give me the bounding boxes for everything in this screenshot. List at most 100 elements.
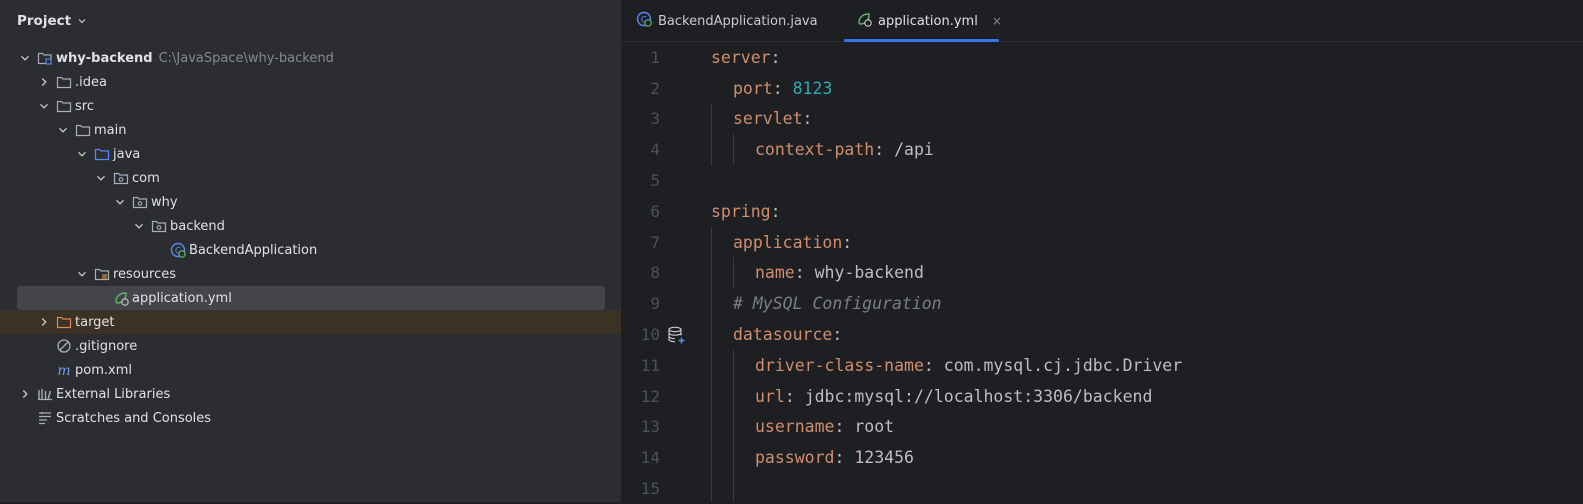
tree-item[interactable]: resources <box>0 262 621 286</box>
excluded-folder-icon <box>56 314 72 330</box>
tree-item-label: main <box>94 123 126 138</box>
editor-area: C BackendApplication.java application.ym… <box>622 0 1583 502</box>
code-line: 14 password: 123456 <box>622 442 1583 473</box>
yaml-separator: : <box>842 232 853 252</box>
yaml-key: application <box>733 232 843 252</box>
folder-icon <box>56 74 72 90</box>
yaml-separator: : <box>770 201 781 221</box>
tree-item[interactable]: target <box>0 310 621 334</box>
yaml-value: 123456 <box>854 448 914 468</box>
code-text: port: 8123 <box>733 79 832 98</box>
tree-item-text: main <box>94 122 127 138</box>
chevron-down-icon[interactable] <box>77 16 87 26</box>
tree-item[interactable]: application.yml <box>17 286 605 310</box>
line-number: 10 <box>640 325 660 345</box>
yaml-key: url <box>755 386 785 406</box>
tree-item[interactable]: m pom.xml <box>0 358 621 382</box>
svg-text:m: m <box>57 363 70 378</box>
tab-backend-application-java[interactable]: C BackendApplication.java <box>636 0 818 42</box>
chevron-down-icon[interactable] <box>76 148 88 160</box>
tree-item[interactable]: why <box>0 190 621 214</box>
code-text: username: root <box>755 417 894 436</box>
spring-yml-icon <box>856 11 872 31</box>
yaml-value: jdbc:mysql://localhost:3306/backend <box>804 386 1153 406</box>
code-editor[interactable]: 1 server: 2 port: 8123 3 servlet: 4 context-pat… <box>622 42 1583 502</box>
tree-item[interactable]: backend <box>0 214 621 238</box>
yaml-key: context-path <box>755 140 875 160</box>
code-line: 5 <box>622 165 1583 196</box>
code-text: name: why-backend <box>755 263 924 282</box>
chevron-down-icon[interactable] <box>95 172 107 184</box>
yaml-key: spring <box>711 201 771 221</box>
tree-item[interactable]: .gitignore <box>0 334 621 358</box>
code-line: 12 url: jdbc:mysql://localhost:3306/backe… <box>622 381 1583 412</box>
tree-item[interactable]: C BackendApplication <box>0 238 621 262</box>
tree-item[interactable]: External Libraries <box>0 382 621 406</box>
yaml-separator: : <box>772 78 793 98</box>
line-number: 14 <box>640 448 660 468</box>
code-line: 7 application: <box>622 227 1583 258</box>
yaml-separator: : <box>923 355 944 375</box>
code-text: application: <box>733 233 852 252</box>
tree-item-label: target <box>75 315 115 330</box>
libraries-icon <box>37 386 53 402</box>
yaml-separator: : <box>874 140 895 160</box>
tab-application-yml[interactable]: application.yml × <box>844 0 1002 42</box>
line-number: 9 <box>650 294 660 314</box>
chevron-right-icon[interactable] <box>19 388 31 400</box>
yaml-key: servlet <box>733 109 803 129</box>
tree-item-label: External Libraries <box>56 387 170 402</box>
line-number: 7 <box>650 232 660 252</box>
tree-item-text: application.yml <box>132 290 232 306</box>
tree-item-text: .idea <box>75 74 107 90</box>
tree-item[interactable]: src <box>0 94 621 118</box>
tree-item[interactable]: main <box>0 118 621 142</box>
chevron-down-icon[interactable] <box>114 196 126 208</box>
project-panel-header[interactable]: Project <box>0 0 621 42</box>
ide-window: Project why-backend C:\JavaSpace\why-back… <box>0 0 1583 502</box>
tree-item[interactable]: .idea <box>0 70 621 94</box>
chevron-right-icon[interactable] <box>38 76 50 88</box>
code-text: spring: <box>711 202 781 221</box>
tree-item-label: BackendApplication <box>189 243 317 258</box>
code-line: 3 servlet: <box>622 104 1583 135</box>
yaml-value: com.mysql.cj.jdbc.Driver <box>943 355 1183 375</box>
module-folder-icon <box>37 50 53 66</box>
chevron-down-icon[interactable] <box>57 124 69 136</box>
yaml-value: root <box>854 417 895 437</box>
code-text: server: <box>711 48 781 67</box>
spring-boot-class-icon: C <box>170 242 186 258</box>
tree-item-label: java <box>113 147 140 162</box>
chevron-down-icon[interactable] <box>38 100 50 112</box>
tree-item[interactable]: com <box>0 166 621 190</box>
tree-item-text: src <box>75 98 94 114</box>
close-tab-icon[interactable]: × <box>992 14 1002 28</box>
yaml-separator: : <box>784 386 805 406</box>
tab-label: application.yml <box>878 13 978 29</box>
yaml-key: server <box>711 47 771 67</box>
tree-item[interactable]: java <box>0 142 621 166</box>
chevron-right-icon[interactable] <box>38 316 50 328</box>
chevron-down-icon[interactable] <box>133 220 145 232</box>
tree-item-label: .idea <box>75 75 107 90</box>
editor-tab-bar: C BackendApplication.java application.ym… <box>622 0 1583 42</box>
yaml-separator: : <box>834 448 855 468</box>
database-add-icon[interactable] <box>666 325 686 345</box>
tree-item-label: resources <box>113 267 176 282</box>
spring-boot-class-icon: C <box>636 11 652 31</box>
tree-item-label: Scratches and Consoles <box>56 411 211 426</box>
folder-icon <box>56 98 72 114</box>
chevron-down-icon[interactable] <box>76 268 88 280</box>
maven-icon: m <box>56 362 72 378</box>
tree-item-text: BackendApplication <box>189 242 318 258</box>
yaml-key: datasource <box>733 325 833 345</box>
tree-item-text: target <box>75 314 115 330</box>
tree-item-text: External Libraries <box>56 386 171 402</box>
tree-item[interactable]: Scratches and Consoles <box>0 406 621 430</box>
chevron-down-icon[interactable] <box>19 52 31 64</box>
tree-item[interactable]: why-backend C:\JavaSpace\why-backend <box>0 46 621 70</box>
yaml-value: why-backend <box>814 263 924 283</box>
yaml-key: port <box>733 78 773 98</box>
yaml-key: username <box>755 417 835 437</box>
package-icon <box>132 194 148 210</box>
